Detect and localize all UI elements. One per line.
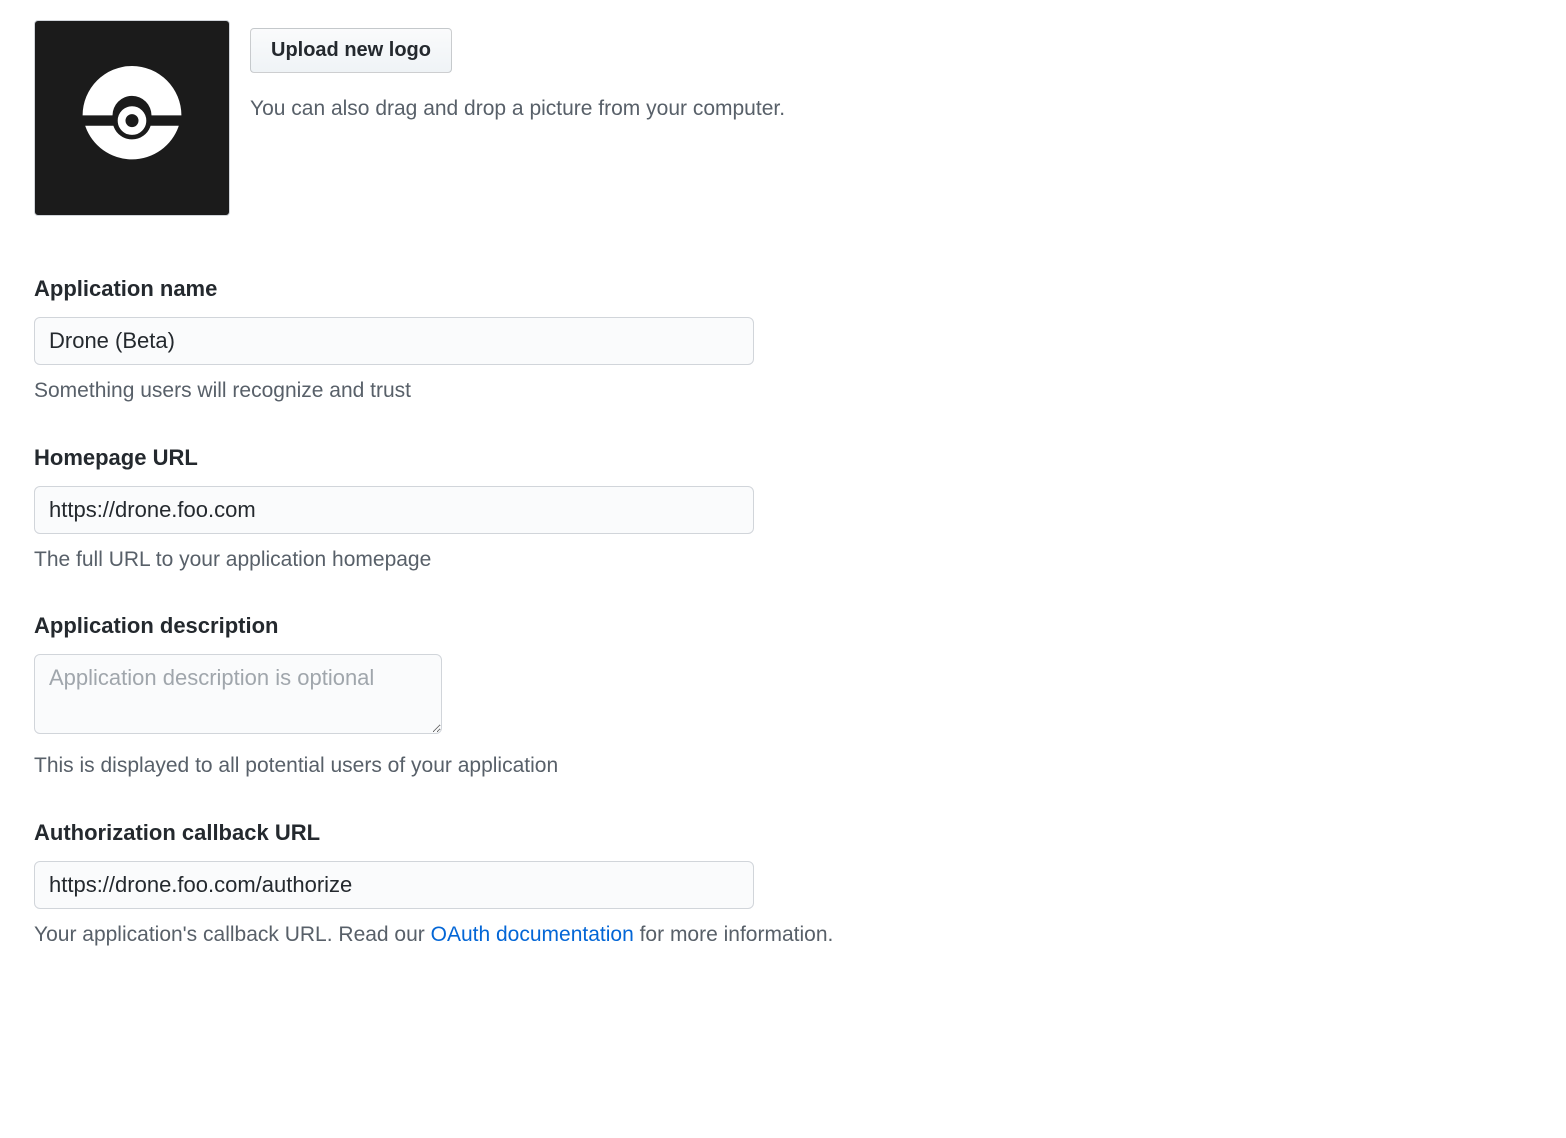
application-name-help: Something users will recognize and trust — [34, 375, 1532, 407]
oauth-documentation-link[interactable]: OAuth documentation — [431, 923, 634, 946]
logo-controls: Upload new logo You can also drag and dr… — [250, 20, 785, 125]
drag-drop-hint: You can also drag and drop a picture fro… — [250, 93, 785, 125]
application-description-label: Application description — [34, 609, 1532, 642]
application-description-textarea[interactable] — [34, 654, 442, 734]
application-description-help: This is displayed to all potential users… — [34, 750, 1532, 782]
callback-url-help: Your application's callback URL. Read ou… — [34, 919, 1532, 951]
logo-section: Upload new logo You can also drag and dr… — [34, 20, 1532, 216]
upload-logo-button[interactable]: Upload new logo — [250, 28, 452, 73]
callback-url-input[interactable] — [34, 861, 754, 909]
homepage-url-input[interactable] — [34, 486, 754, 534]
application-name-input[interactable] — [34, 317, 754, 365]
homepage-url-group: Homepage URL The full URL to your applic… — [34, 441, 1532, 576]
callback-help-pre: Your application's callback URL. Read ou… — [34, 923, 431, 946]
homepage-url-help: The full URL to your application homepag… — [34, 544, 1532, 576]
application-description-group: Application description This is displaye… — [34, 609, 1532, 782]
homepage-url-label: Homepage URL — [34, 441, 1532, 474]
drone-logo-icon — [67, 53, 197, 183]
app-logo[interactable] — [34, 20, 230, 216]
callback-url-group: Authorization callback URL Your applicat… — [34, 816, 1532, 951]
callback-url-label: Authorization callback URL — [34, 816, 1532, 849]
callback-help-post: for more information. — [634, 923, 834, 946]
application-name-label: Application name — [34, 272, 1532, 305]
application-name-group: Application name Something users will re… — [34, 272, 1532, 407]
